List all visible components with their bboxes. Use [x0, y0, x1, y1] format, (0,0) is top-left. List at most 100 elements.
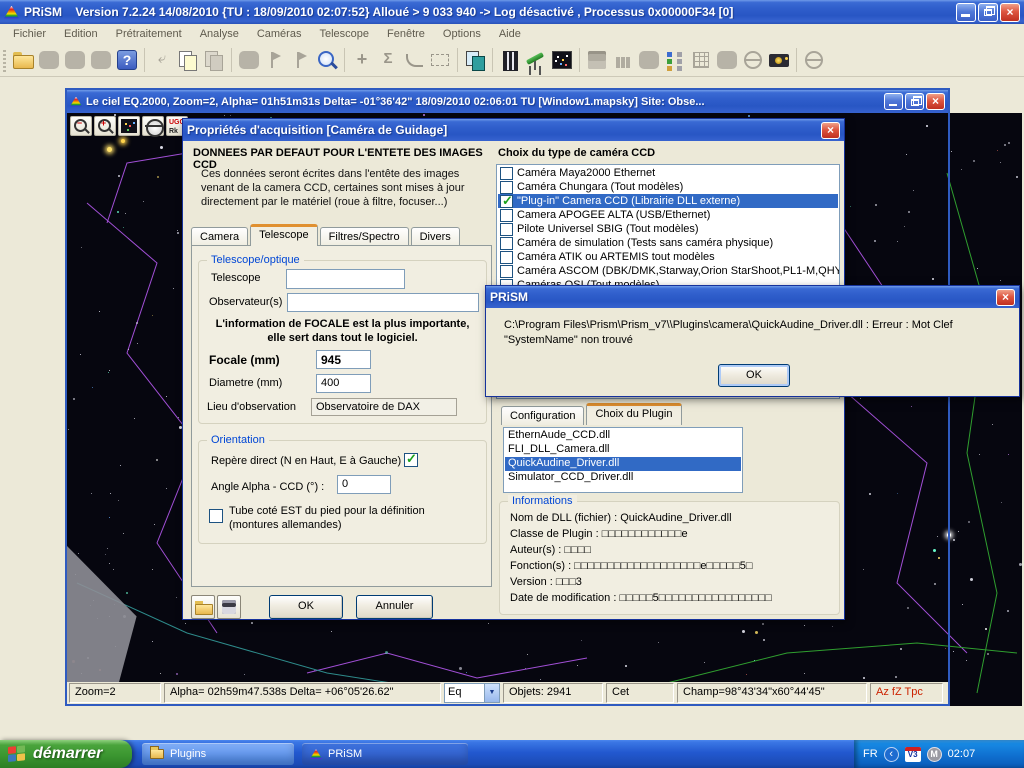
list-sync-icon[interactable] [663, 48, 687, 72]
lasso-icon[interactable] [637, 48, 661, 72]
tab-choix-du-plugin[interactable]: Choix du Plugin [586, 403, 681, 425]
camera-list-item[interactable]: Caméra ASCOM (DBK/DMK,Starway,Orion Star… [498, 264, 838, 278]
flag-icon[interactable] [263, 48, 287, 72]
camera-list-item[interactable]: Caméra de simulation (Tests sans caméra … [498, 236, 838, 250]
menu-item-fenetre[interactable]: Fenêtre [378, 25, 434, 43]
zoom-out-icon[interactable]: − [70, 116, 92, 136]
camera-icon[interactable] [767, 48, 791, 72]
cancel-button[interactable]: Annuler [356, 595, 433, 619]
menu-item-telescope[interactable]: Telescope [310, 25, 378, 43]
plugin-list-item[interactable]: QuickAudine_Driver.dll [505, 457, 741, 471]
plugin-list-item[interactable]: Simulator_CCD_Driver.dll [505, 471, 741, 485]
sky-map-icon[interactable] [118, 116, 140, 136]
tab-telescope[interactable]: Telescope [250, 224, 318, 246]
close-button[interactable]: × [1000, 3, 1020, 22]
direct-mark-checkbox[interactable] [404, 453, 418, 467]
undo-icon[interactable] [150, 48, 174, 72]
menu-item-pretraitement[interactable]: Prétraitement [107, 25, 191, 43]
info-icon[interactable] [89, 48, 113, 72]
taskbar-task-prism[interactable]: PRiSM [302, 743, 468, 765]
start-button[interactable]: démarrer [0, 740, 132, 768]
zoom-in-icon[interactable]: + [94, 116, 116, 136]
error-dialog-titlebar[interactable]: PRiSM × [486, 286, 1019, 308]
camera-checkbox[interactable] [500, 237, 513, 250]
camera-list-item[interactable]: Caméra ATIK ou ARTEMIS tout modèles [498, 250, 838, 264]
camera-checkbox[interactable] [500, 223, 513, 236]
flag-icon[interactable] [289, 48, 313, 72]
camera-checkbox[interactable] [500, 167, 513, 180]
dialog-titlebar[interactable]: Propriétés d'acquisition [Caméra de Guid… [183, 119, 844, 141]
camera-checkbox[interactable] [500, 251, 513, 264]
open-file-icon[interactable] [11, 48, 35, 72]
taskbar-task-plugins[interactable]: Plugins [142, 743, 294, 765]
angle-alpha-input[interactable]: 0 [337, 475, 391, 494]
error-close-button[interactable]: × [996, 289, 1015, 306]
menu-item-aide[interactable]: Aide [490, 25, 530, 43]
camera-list-item[interactable]: Caméra Maya2000 Ethernet [498, 166, 838, 180]
sky-minimize-button[interactable] [884, 93, 903, 110]
sky-window-titlebar[interactable]: Le ciel EQ.2000, Zoom=2, Alpha= 01h51m31… [67, 90, 948, 113]
menu-item-analyse[interactable]: Analyse [191, 25, 248, 43]
camera-list-item[interactable]: "Plug-in" Camera CCD (Librairie DLL exte… [498, 194, 838, 208]
chevron-down-icon[interactable]: ▼ [484, 684, 499, 702]
messenger-icon[interactable]: M [927, 747, 942, 762]
blink-compare-icon[interactable] [463, 48, 487, 72]
minimize-button[interactable] [956, 3, 976, 22]
plugin-list-item[interactable]: FLI_DLL_Camera.dll [505, 443, 741, 457]
load-settings-button[interactable] [191, 595, 215, 619]
save-image-icon[interactable] [585, 48, 609, 72]
error-ok-button[interactable]: OK [718, 364, 790, 387]
tab-camera[interactable]: Camera [191, 227, 248, 246]
collapse-chevron-icon[interactable]: ‹ [884, 747, 899, 762]
language-indicator[interactable]: FR [863, 748, 878, 760]
v3-antivirus-icon[interactable]: V3 [905, 747, 921, 762]
camera-list-item[interactable]: Camera APOGEE ALTA (USB/Ethernet) [498, 208, 838, 222]
help-icon[interactable] [115, 48, 139, 72]
observers-input[interactable] [287, 293, 479, 312]
dialog-close-button[interactable]: × [821, 122, 840, 139]
plugin-list-item[interactable]: EthernAude_CCD.dll [505, 429, 741, 443]
restore-button[interactable] [978, 3, 998, 22]
save-settings-button[interactable] [217, 595, 241, 619]
menu-item-fichier[interactable]: Fichier [4, 25, 55, 43]
diameter-input[interactable]: 400 [316, 374, 371, 393]
selection-icon[interactable] [428, 48, 452, 72]
sum-icon[interactable] [376, 48, 400, 72]
disabled-icon[interactable] [63, 48, 87, 72]
camera-list-item[interactable]: Caméra Chungara (Tout modèles) [498, 180, 838, 194]
camera-checkbox[interactable] [500, 195, 513, 208]
tab-configuration[interactable]: Configuration [501, 406, 584, 425]
camera-checkbox[interactable] [500, 265, 513, 278]
grid-icon[interactable] [689, 48, 713, 72]
star [933, 549, 936, 552]
curve-icon[interactable] [402, 48, 426, 72]
sky-close-button[interactable]: × [926, 93, 945, 110]
ok-button[interactable]: OK [269, 595, 343, 619]
shape-icon[interactable] [237, 48, 261, 72]
crosshair-icon[interactable] [350, 48, 374, 72]
copy-icon[interactable] [176, 48, 200, 72]
sky-map-icon[interactable] [550, 48, 574, 72]
telescope-input[interactable] [286, 269, 405, 289]
disabled-icon[interactable] [37, 48, 61, 72]
tab-divers[interactable]: Divers [411, 227, 460, 246]
menu-item-cameras[interactable]: Caméras [248, 25, 311, 43]
camera-checkbox[interactable] [500, 209, 513, 222]
camera-list-item[interactable]: Pilote Universel SBIG (Tout modèles) [498, 222, 838, 236]
menu-item-edition[interactable]: Edition [55, 25, 107, 43]
tab-filtres-spectro[interactable]: Filtres/Spectro [320, 227, 409, 246]
paste-icon[interactable] [202, 48, 226, 72]
globe-icon[interactable] [741, 48, 765, 72]
focal-input[interactable]: 945 [316, 350, 371, 369]
tube-east-checkbox[interactable] [209, 509, 223, 523]
columns-icon[interactable] [498, 48, 522, 72]
search-time-icon[interactable] [315, 48, 339, 72]
histogram-icon[interactable] [611, 48, 635, 72]
sky-restore-button[interactable] [905, 93, 924, 110]
globe-icon[interactable] [802, 48, 826, 72]
status-frame-select[interactable]: Eq▼ [444, 683, 500, 703]
telescope-icon[interactable] [524, 48, 548, 72]
square-icon[interactable] [715, 48, 739, 72]
menu-item-options[interactable]: Options [434, 25, 490, 43]
globe-icon[interactable] [142, 116, 164, 136]
